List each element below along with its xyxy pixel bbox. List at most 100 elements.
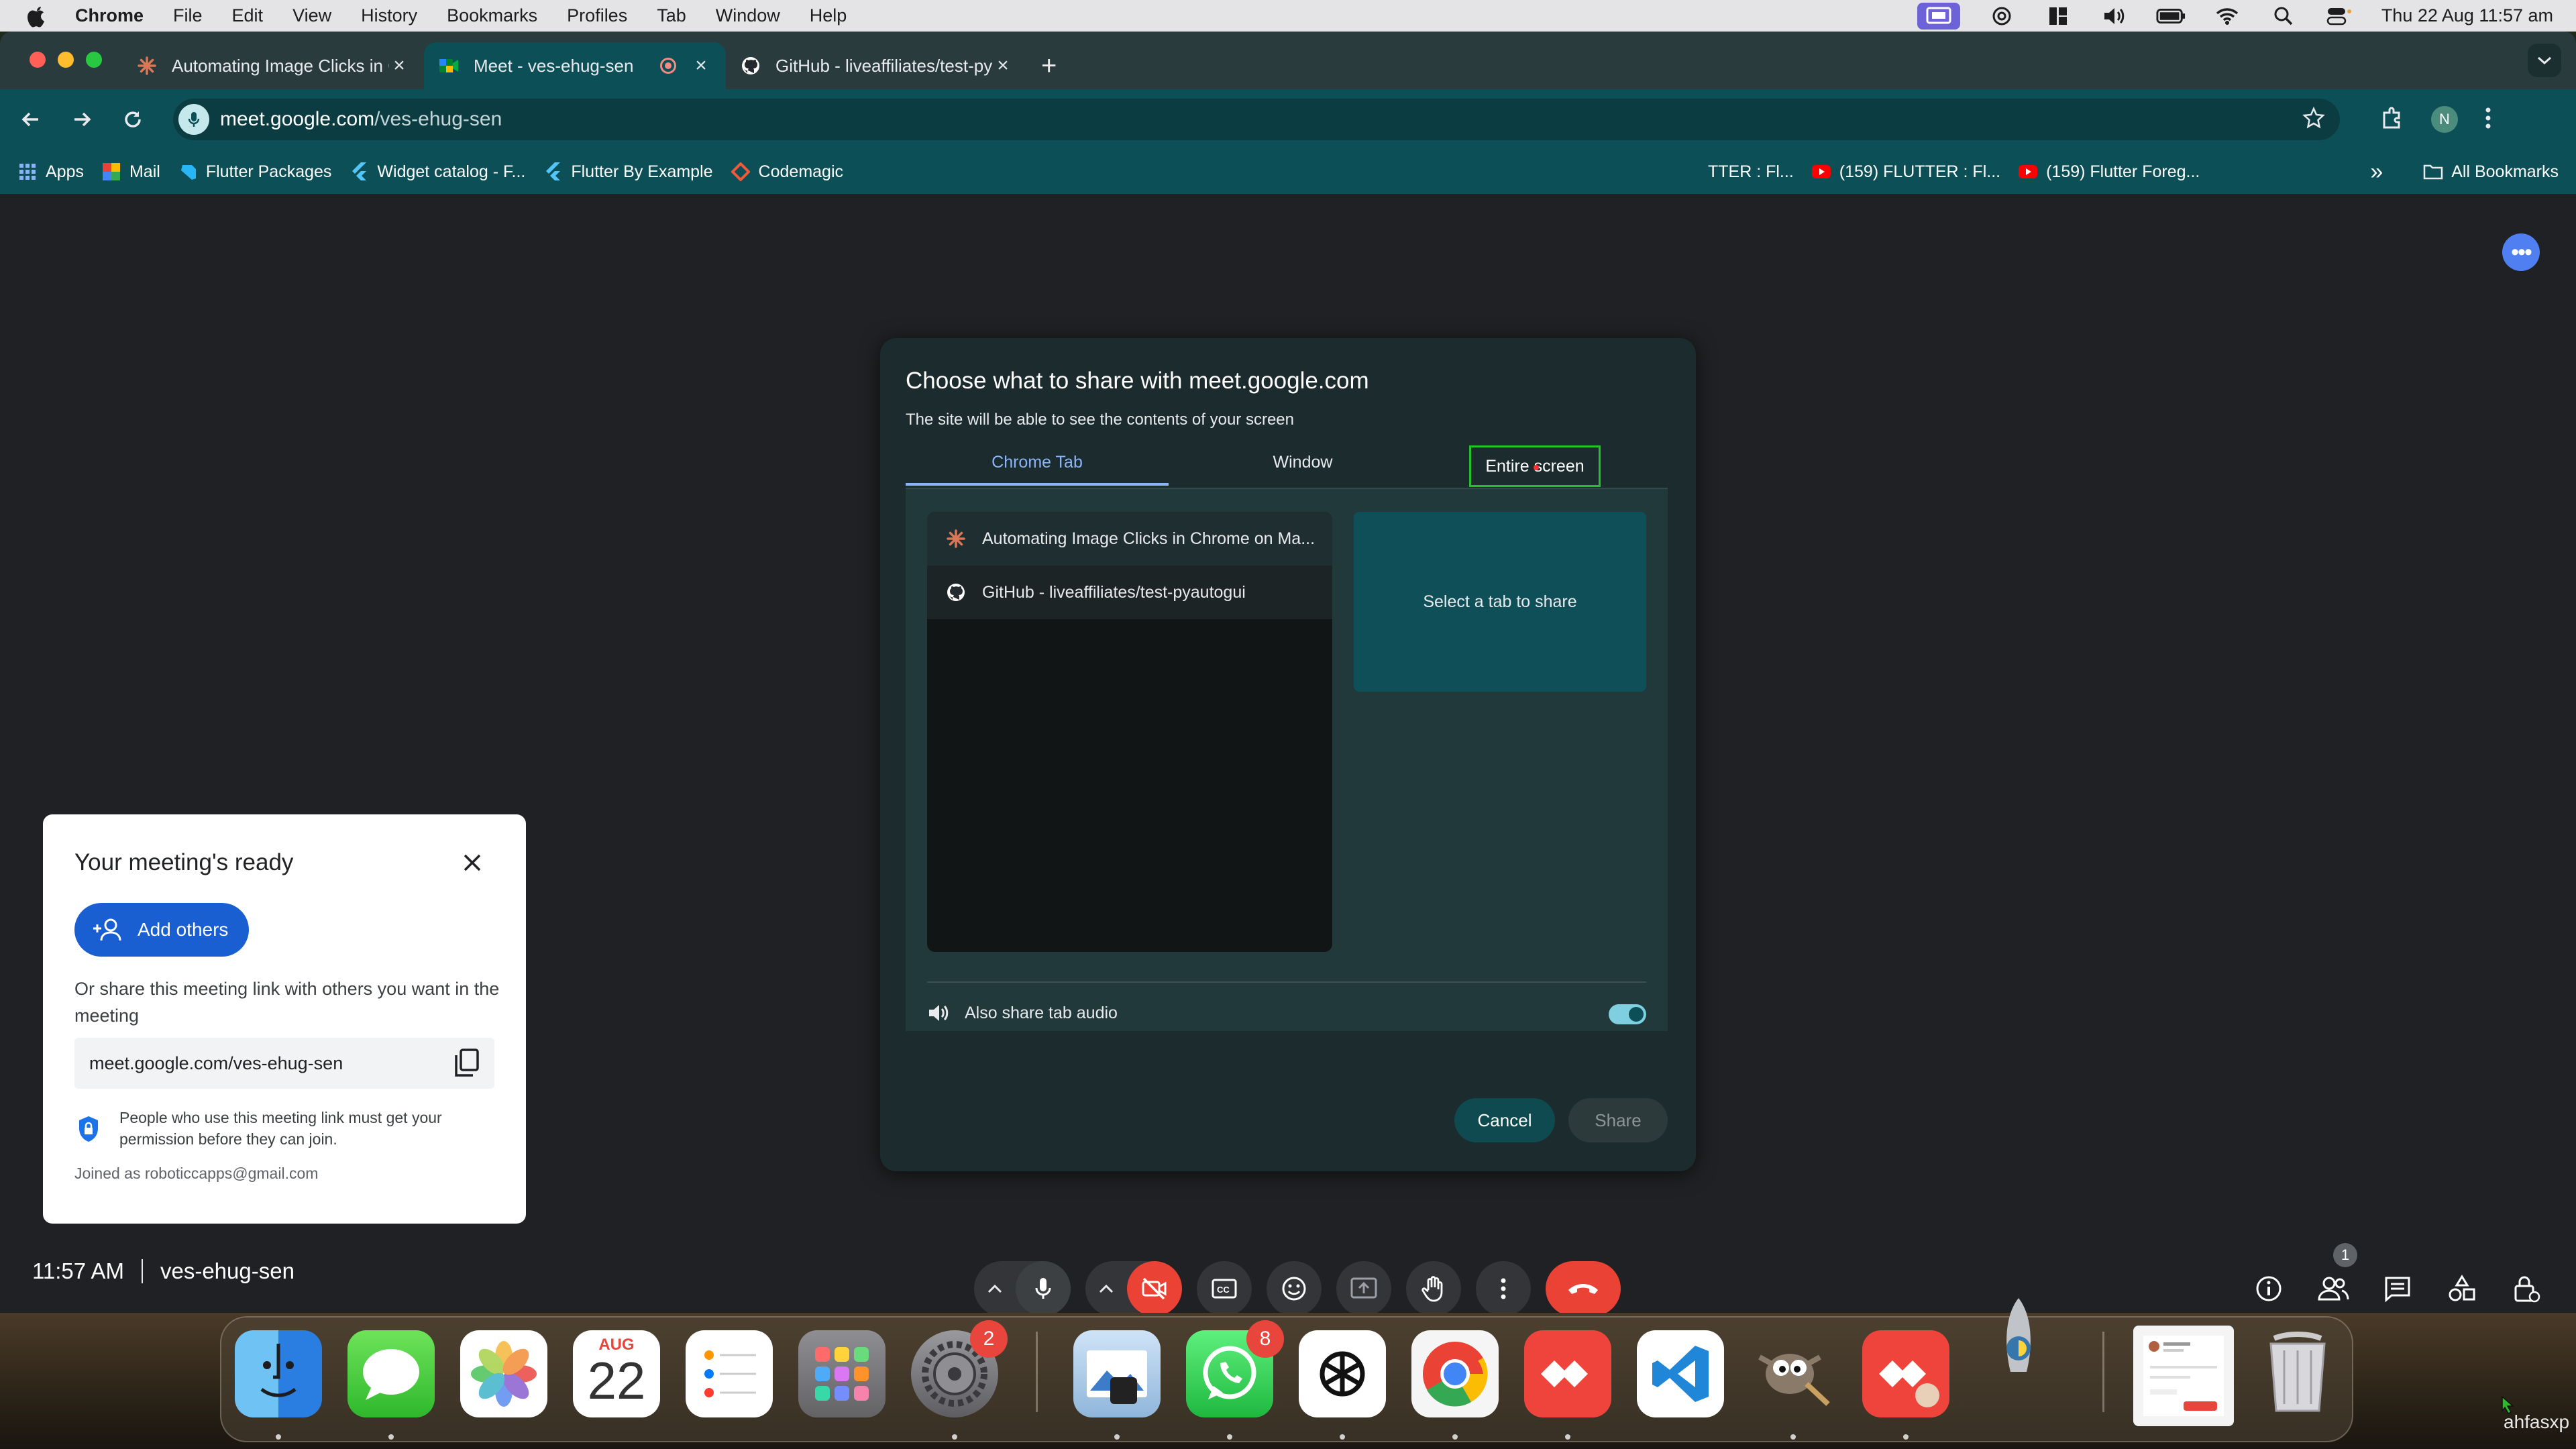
apple-icon[interactable] — [25, 4, 50, 28]
recent-document-thumbnail[interactable] — [2133, 1326, 2234, 1426]
close-tab-icon[interactable]: × — [993, 54, 1013, 77]
bookmark-flutter-3[interactable]: (159) Flutter Foreg... — [2018, 162, 2200, 182]
meeting-code[interactable]: ves-ehug-sen — [160, 1258, 294, 1284]
whatsapp-notification-badge: 8 — [1246, 1320, 1284, 1358]
launchpad-icon[interactable] — [798, 1330, 885, 1417]
menu-help[interactable]: Help — [810, 5, 847, 26]
list-item[interactable]: Automating Image Clicks in Chrome on Ma.… — [927, 512, 1332, 566]
list-item[interactable]: GitHub - liveaffiliates/test-pyautogui — [927, 566, 1332, 619]
audio-settings-chevron-icon[interactable] — [974, 1261, 1016, 1313]
more-options-dots-icon[interactable]: ••• — [2502, 233, 2540, 271]
copy-icon[interactable] — [451, 1049, 481, 1078]
menu-profiles[interactable]: Profiles — [567, 5, 627, 26]
menu-file[interactable]: File — [173, 5, 203, 26]
share-button[interactable]: Share — [1568, 1098, 1668, 1142]
screen-share-status-icon[interactable] — [1917, 2, 1960, 30]
end-call-phone-icon[interactable] — [1546, 1261, 1621, 1313]
add-others-button[interactable]: Add others — [74, 903, 249, 957]
close-tab-icon[interactable]: × — [691, 54, 711, 77]
close-icon[interactable] — [459, 849, 486, 876]
close-window-button[interactable] — [30, 52, 46, 68]
emoji-reaction-icon[interactable] — [1267, 1261, 1322, 1313]
new-tab-plus-icon[interactable]: + — [1041, 51, 1057, 81]
tab-entire-screen[interactable]: Entire screen — [1469, 445, 1601, 487]
site-mic-permission-icon[interactable] — [178, 104, 209, 135]
vscode-icon[interactable] — [1637, 1330, 1724, 1417]
anydesk-icon[interactable] — [1524, 1330, 1611, 1417]
meeting-link-field[interactable]: meet.google.com/ves-ehug-sen — [74, 1038, 494, 1089]
spotlight-search-icon[interactable] — [2269, 4, 2298, 28]
bookmark-star-icon[interactable] — [2302, 106, 2325, 133]
control-center-icon[interactable] — [2325, 4, 2355, 28]
meeting-info-icon[interactable] — [2250, 1270, 2288, 1307]
trash-icon[interactable] — [2254, 1330, 2341, 1417]
close-tab-icon[interactable]: × — [389, 54, 409, 77]
extensions-puzzle-icon[interactable] — [2380, 106, 2404, 133]
forward-arrow-icon[interactable] — [62, 99, 102, 140]
bookmark-flutter-2[interactable]: (159) FLUTTER : Fl... — [1811, 162, 2000, 182]
bookmarks-overflow-icon[interactable]: » — [2370, 159, 2383, 185]
bookmark-apps[interactable]: Apps — [17, 162, 84, 182]
anydesk-icon[interactable] — [1862, 1330, 1949, 1417]
all-bookmarks[interactable]: All Bookmarks — [2423, 162, 2559, 182]
battery-icon[interactable] — [2156, 4, 2186, 28]
microphone-icon[interactable] — [1016, 1261, 1071, 1313]
running-indicator — [1114, 1434, 1120, 1440]
window-layout-icon[interactable] — [2043, 4, 2073, 28]
photos-icon[interactable] — [460, 1330, 547, 1417]
host-controls-lock-icon[interactable] — [2508, 1270, 2545, 1307]
cancel-button[interactable]: Cancel — [1454, 1098, 1555, 1142]
tab-automating-image-clicks[interactable]: Automating Image Clicks in Chrome × — [122, 42, 424, 89]
calendar-icon[interactable]: AUG 22 — [573, 1330, 660, 1417]
camera-off-icon[interactable] — [1127, 1261, 1182, 1313]
menu-bookmarks[interactable]: Bookmarks — [447, 5, 537, 26]
tab-github[interactable]: GitHub - liveaffiliates/test-pyautogui × — [726, 42, 1028, 89]
joined-as-text: Joined as roboticcapps@gmail.com — [74, 1165, 319, 1182]
preview-icon[interactable] — [1073, 1330, 1161, 1417]
bookmark-codemagic[interactable]: Codemagic — [731, 162, 843, 182]
minimize-window-button[interactable] — [58, 52, 74, 68]
address-bar[interactable]: meet.google.com /ves-ehug-sen — [173, 99, 2340, 140]
activities-shapes-icon[interactable] — [2443, 1270, 2481, 1307]
menu-tab[interactable]: Tab — [657, 5, 686, 26]
more-options-vertical-icon[interactable] — [1476, 1261, 1531, 1313]
bookmark-flutter-by-example[interactable]: Flutter By Example — [543, 162, 713, 182]
profile-avatar[interactable]: N — [2431, 106, 2458, 133]
bookmark-flutter-1[interactable]: TTER : Fl... — [1708, 162, 1794, 182]
captions-icon[interactable]: CC — [1197, 1261, 1252, 1313]
chat-icon[interactable] — [2379, 1270, 2416, 1307]
bookmark-mail[interactable]: Mail — [101, 162, 160, 182]
chatgpt-icon[interactable] — [1299, 1330, 1386, 1417]
tab-meet[interactable]: Meet - ves-ehug-sen × — [424, 42, 726, 89]
reload-icon[interactable] — [113, 99, 153, 140]
finder-icon[interactable] — [235, 1330, 322, 1417]
audio-controls — [974, 1261, 1071, 1313]
video-settings-chevron-icon[interactable] — [1085, 1261, 1127, 1313]
tab-search-chevron-icon[interactable] — [2528, 44, 2561, 77]
gimp-icon[interactable] — [1750, 1330, 1837, 1417]
back-arrow-icon[interactable] — [11, 99, 51, 140]
tab-chrome-tab[interactable]: Chrome Tab — [906, 440, 1169, 484]
reminders-icon[interactable] — [686, 1330, 773, 1417]
menu-edit[interactable]: Edit — [232, 5, 264, 26]
people-icon[interactable]: 1 — [2314, 1243, 2357, 1307]
volume-icon[interactable] — [2100, 4, 2129, 28]
zoom-window-button[interactable] — [86, 52, 102, 68]
chatgpt-menu-icon[interactable] — [1987, 4, 2017, 28]
menu-history[interactable]: History — [361, 5, 417, 26]
bookmark-flutter-packages[interactable]: Flutter Packages — [178, 162, 331, 182]
messages-icon[interactable] — [347, 1330, 435, 1417]
python-launcher-icon[interactable] — [1975, 1295, 2062, 1402]
menu-app-chrome[interactable]: Chrome — [75, 5, 144, 26]
menu-window[interactable]: Window — [716, 5, 780, 26]
chrome-menu-icon[interactable] — [2485, 107, 2491, 133]
chrome-icon[interactable] — [1411, 1330, 1499, 1417]
wifi-icon[interactable] — [2212, 4, 2242, 28]
menubar-clock[interactable]: Thu 22 Aug 11:57 am — [2381, 5, 2553, 26]
present-screen-icon[interactable] — [1336, 1261, 1391, 1313]
menu-view[interactable]: View — [292, 5, 331, 26]
raise-hand-icon[interactable] — [1406, 1261, 1461, 1313]
tab-window[interactable]: Window — [1169, 440, 1437, 484]
share-audio-toggle[interactable] — [1609, 1004, 1646, 1024]
bookmark-widget-catalog[interactable]: Widget catalog - F... — [349, 162, 525, 182]
